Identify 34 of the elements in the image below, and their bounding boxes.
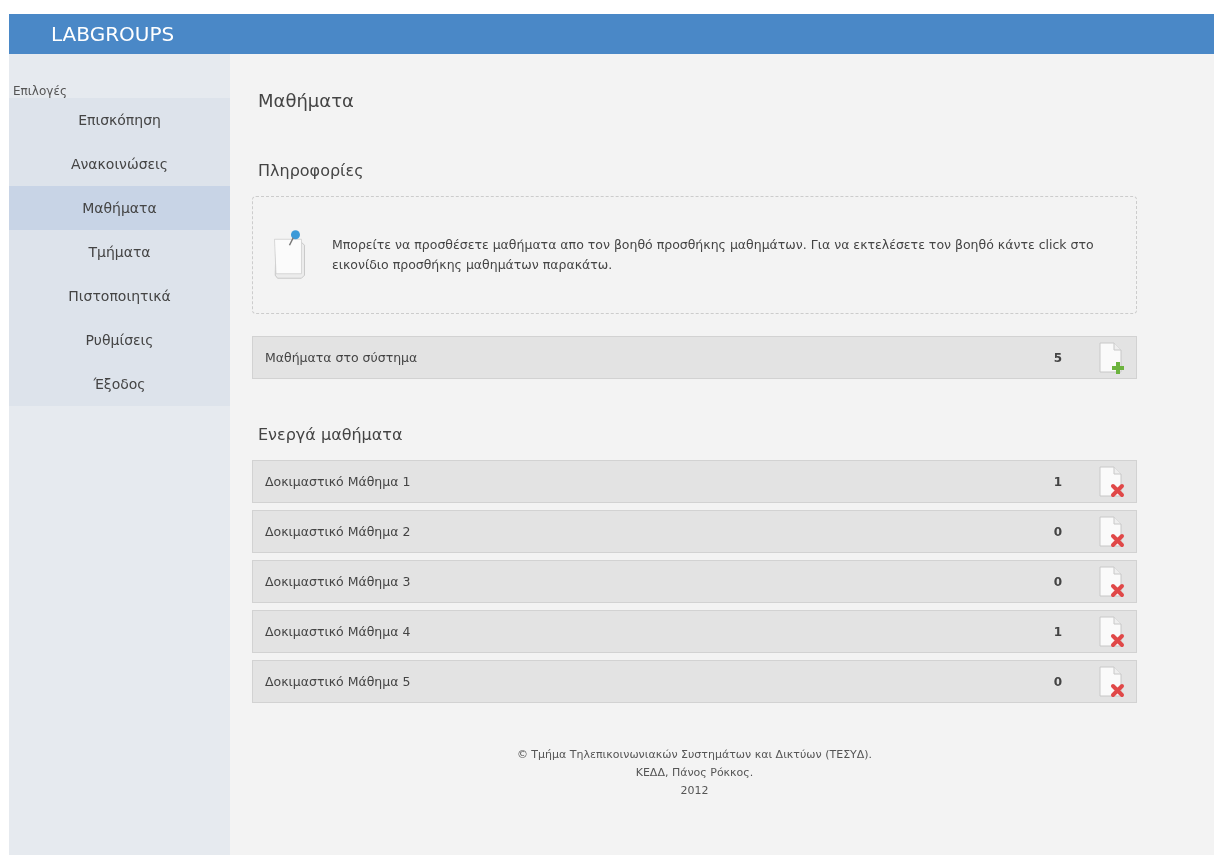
sidebar-item[interactable]: Έξοδος xyxy=(9,362,230,406)
sidebar-item[interactable]: Τμήματα xyxy=(9,230,230,274)
sidebar-item[interactable]: Ανακοινώσεις xyxy=(9,142,230,186)
add-course-button[interactable] xyxy=(1096,340,1126,375)
sidebar-item[interactable]: Πιστοποιητικά xyxy=(9,274,230,318)
sidebar-label: Επιλογές xyxy=(12,84,67,98)
course-name: Δοκιμαστικό Μάθημα 1 xyxy=(265,474,412,489)
course-name: Δοκιμαστικό Μάθημα 4 xyxy=(265,624,412,639)
section-heading: Πληροφορίες xyxy=(258,161,364,180)
delete-course-button[interactable] xyxy=(1096,664,1126,699)
course-count: 0 xyxy=(1053,574,1062,589)
sidebar-item[interactable]: Μαθήματα xyxy=(9,186,230,230)
footer-text: ΚΕΔΔ, Πάνος Ρόκκος. xyxy=(635,765,754,781)
section-heading: Ενεργά μαθήματα xyxy=(258,425,403,444)
delete-course-button[interactable] xyxy=(1096,564,1126,599)
delete-course-button[interactable] xyxy=(1096,514,1126,549)
course-name: Δοκιμαστικό Μάθημα 5 xyxy=(265,674,412,689)
course-count: 1 xyxy=(1053,624,1062,639)
delete-course-button[interactable] xyxy=(1096,614,1126,649)
sidebar-item[interactable]: Ρυθμίσεις xyxy=(9,318,230,362)
app-title: LABGROUPS xyxy=(51,22,175,46)
sidebar-item[interactable]: Επισκόπηση xyxy=(9,98,230,142)
course-name: Δοκιμαστικό Μάθημα 3 xyxy=(265,574,412,589)
course-count: 0 xyxy=(1053,524,1062,539)
delete-course-button[interactable] xyxy=(1096,464,1126,499)
course-name: Δοκιμαστικό Μάθημα 2 xyxy=(265,524,412,539)
course-count: 1 xyxy=(1053,474,1062,489)
page-title: Μαθήματα xyxy=(258,90,354,111)
summary-label: Μαθήματα στο σύστημα xyxy=(265,350,419,365)
course-count: 0 xyxy=(1053,674,1062,689)
course-count: 5 xyxy=(1053,350,1062,365)
info-text: Μπορείτε να προσθέσετε μαθήματα απο τον βοηθό προσθήκης μαθημάτων. Για να εκτελέσετε τον βοηθό κάντε click στο εικονίδιο προσθήκης μαθημάτων παρακάτω. xyxy=(331,236,1095,274)
footer-text: 2012 xyxy=(680,783,709,799)
footer-text: © Τμήμα Τηλεπικοινωνιακών Συστημάτων και Δικτύων (ΤΕΣΥΔ). xyxy=(516,747,873,763)
